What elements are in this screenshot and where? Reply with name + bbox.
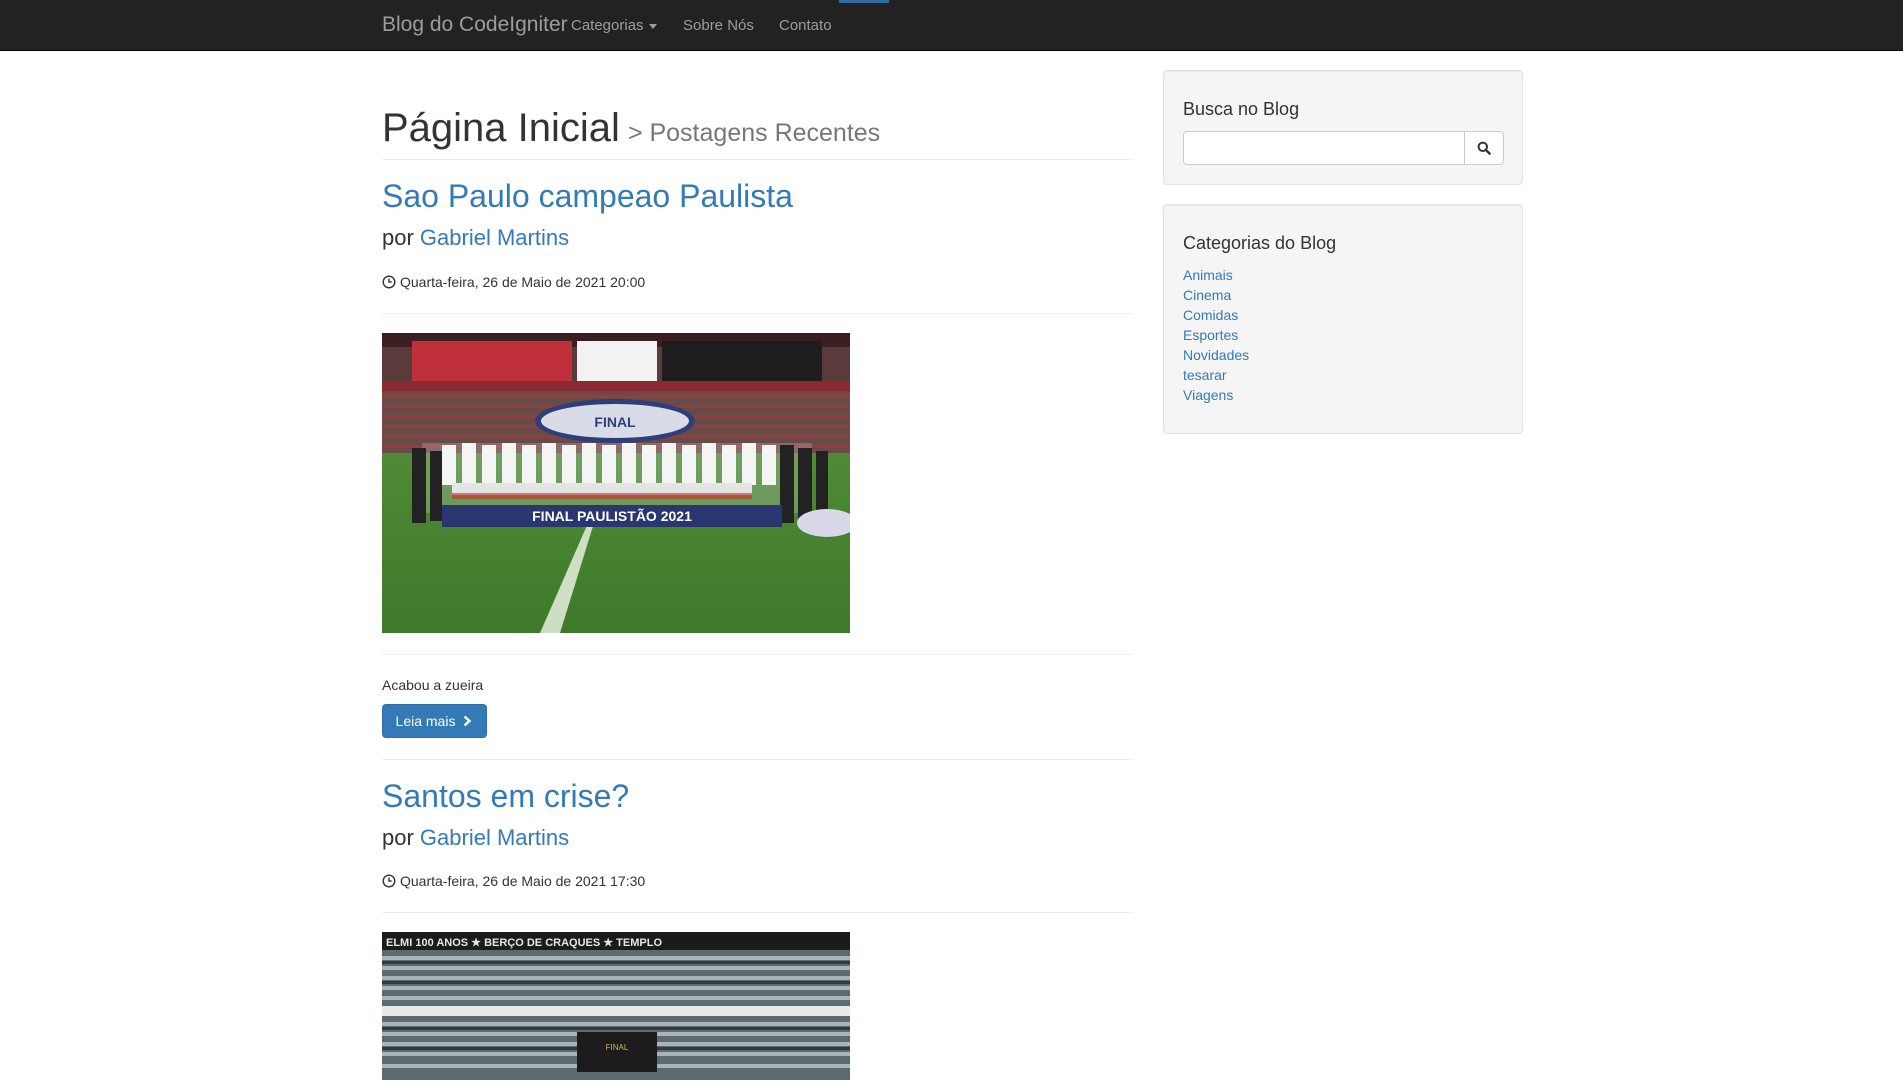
caret-down-icon	[648, 23, 657, 29]
divider	[382, 912, 1134, 913]
category-list: Animais Cinema Comidas Esportes Novidade…	[1183, 265, 1249, 405]
search-input[interactable]	[1183, 131, 1465, 165]
post-date-text: Quarta-feira, 26 de Maio de 2021 20:00	[400, 274, 646, 290]
search-widget: Busca no Blog	[1163, 70, 1523, 185]
category-link-comidas[interactable]: Comidas	[1183, 307, 1238, 323]
search-icon	[1477, 141, 1491, 155]
category-link-tesarar[interactable]: tesarar	[1183, 367, 1227, 383]
post-image: FINAL FINAL PAULISTÃO 2021	[382, 333, 850, 633]
nav-categorias-label: Categorias	[571, 17, 644, 34]
post-author-link[interactable]: Gabriel Martins	[420, 225, 569, 250]
category-link-viagens[interactable]: Viagens	[1183, 387, 1233, 403]
svg-text:FINAL: FINAL	[606, 1043, 629, 1052]
svg-text:FINAL: FINAL	[594, 414, 636, 430]
post-date: Quarta-feira, 26 de Maio de 2021 20:00	[382, 273, 645, 291]
read-more-label: Leia mais	[395, 713, 456, 729]
top-navbar: Blog do CodeIgniter Categorias Sobre Nós…	[0, 0, 1903, 51]
post-date: Quarta-feira, 26 de Maio de 2021 17:30	[382, 872, 645, 890]
stadium-team-photo: FINAL FINAL PAULISTÃO 2021	[382, 333, 850, 633]
read-more-button[interactable]: Leia mais	[382, 704, 487, 738]
page-subtitle: > Postagens Recentes	[627, 119, 881, 147]
search-widget-title: Busca no Blog	[1183, 99, 1300, 119]
chevron-right-icon	[464, 715, 472, 727]
post-author-link[interactable]: Gabriel Martins	[420, 825, 569, 850]
post-title[interactable]: Santos em crise?	[382, 778, 629, 814]
category-link-animais[interactable]: Animais	[1183, 267, 1233, 283]
nav-active-indicator	[839, 0, 889, 3]
post-excerpt: Acabou a zueira	[382, 677, 484, 693]
page-header: Página Inicial > Postagens Recentes	[382, 105, 1134, 160]
categories-widget-title: Categorias do Blog	[1183, 233, 1337, 253]
divider	[382, 313, 1134, 314]
navbar-brand[interactable]: Blog do CodeIgniter	[382, 14, 568, 36]
search-button[interactable]	[1464, 131, 1504, 165]
nav-categorias-dropdown[interactable]: Categorias	[571, 17, 657, 34]
image-banner-text: FINAL PAULISTÃO 2021	[532, 507, 692, 524]
post-image: ELMI 100 ANOS ★ BERÇO DE CRAQUES ★ TEMPL…	[382, 932, 850, 1080]
post-author-line: por Gabriel Martins	[382, 825, 569, 851]
author-prefix: por	[382, 225, 414, 250]
post-date-text: Quarta-feira, 26 de Maio de 2021 17:30	[400, 873, 646, 889]
nav-sobre-nos[interactable]: Sobre Nós	[683, 17, 754, 34]
image-banner-text: ELMI 100 ANOS ★ BERÇO DE CRAQUES ★ TEMPL…	[386, 937, 662, 949]
category-link-cinema[interactable]: Cinema	[1183, 287, 1231, 303]
clock-icon	[382, 275, 396, 289]
post-title[interactable]: Sao Paulo campeao Paulista	[382, 178, 793, 214]
nav-contato[interactable]: Contato	[779, 17, 832, 34]
category-link-novidades[interactable]: Novidades	[1183, 347, 1249, 363]
category-link-esportes[interactable]: Esportes	[1183, 327, 1238, 343]
crowd-stadium-photo: ELMI 100 ANOS ★ BERÇO DE CRAQUES ★ TEMPL…	[382, 932, 850, 1080]
page-title: Página Inicial	[382, 106, 620, 150]
categories-widget: Categorias do Blog Animais Cinema Comida…	[1163, 204, 1523, 434]
post-author-line: por Gabriel Martins	[382, 225, 569, 251]
author-prefix: por	[382, 825, 414, 850]
divider	[382, 759, 1134, 760]
clock-icon	[382, 874, 396, 888]
divider	[382, 654, 1134, 655]
